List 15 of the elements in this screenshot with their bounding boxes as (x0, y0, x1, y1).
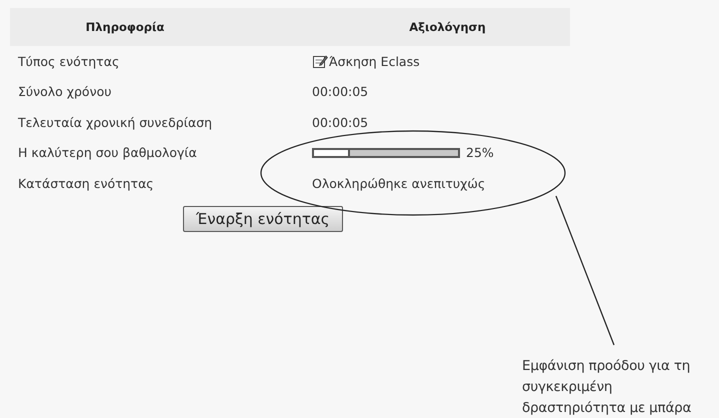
row-label: Σύνολο χρόνου (17, 84, 112, 100)
column-header: Πληροφορία (84, 20, 166, 34)
row-label: Τελευταία χρονική συνεδρίαση (17, 114, 214, 130)
start-unit-button[interactable]: Έναρξη ενότητας (183, 206, 343, 232)
row-value: Ολοκληρώθηκε ανεπιτυχώς (312, 176, 486, 191)
row-label: Κατάσταση ενότητας (17, 176, 155, 191)
row-value: 00:00:05 (312, 114, 368, 130)
row-value: 00:00:05 (312, 84, 368, 100)
unit-type: Άσκηση Eclass (329, 54, 420, 69)
progress-reading: 25% (466, 145, 494, 160)
row-label: Τύπος ενότητας (17, 54, 120, 69)
column-header: Αξιολόγηση (408, 20, 487, 34)
annotation-caption: Εμφάνιση προόδου για τη συγκεκριμένη δραστηριότητα με μπάρα (522, 357, 692, 418)
notepad-icon (312, 53, 328, 70)
row-label: Η καλύτερη σου βαθμολογία (17, 145, 198, 160)
